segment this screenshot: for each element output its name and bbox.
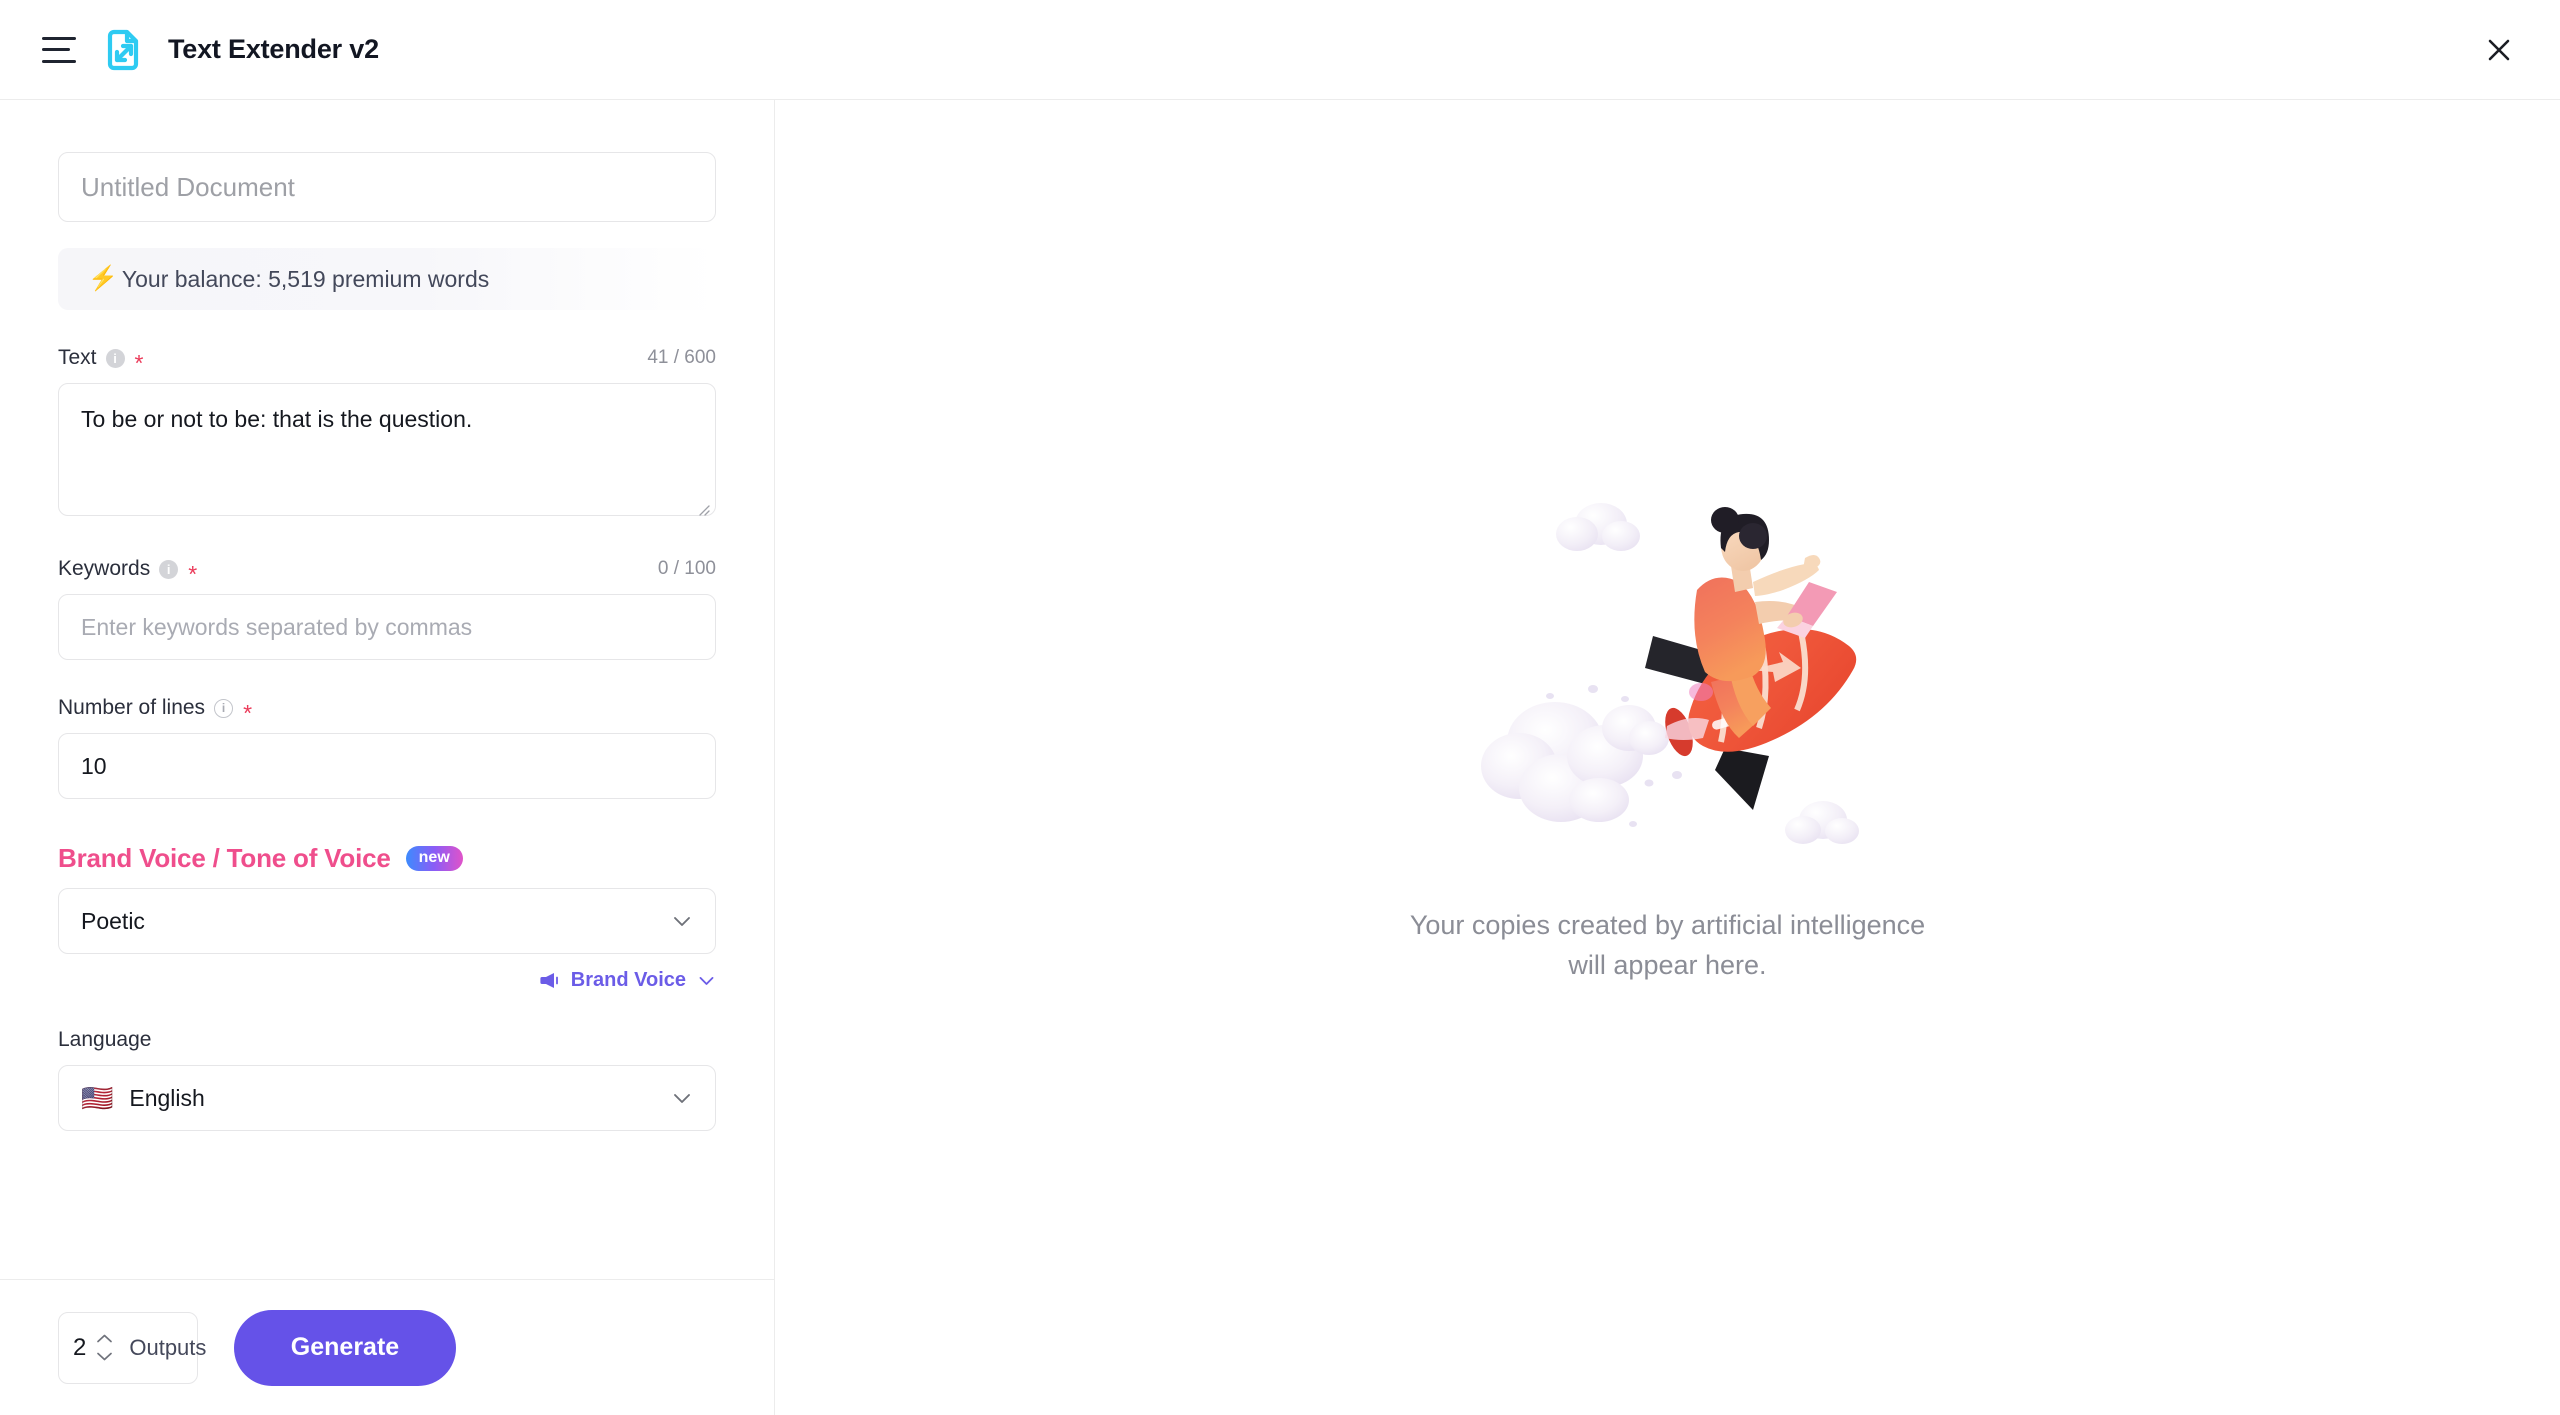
balance-banner: ⚡ Your balance: 5,519 premium words	[58, 248, 716, 310]
brand-voice-heading: Brand Voice / Tone of Voice	[58, 843, 391, 873]
text-extender-logo-icon	[100, 27, 146, 73]
info-circle-icon[interactable]: i	[105, 348, 125, 368]
lines-field-label: Number of lines	[58, 696, 206, 719]
form-footer: 2 Outputs Generate	[0, 1279, 774, 1415]
outputs-label: Outputs	[129, 1334, 207, 1360]
chevron-down-icon[interactable]	[96, 1351, 113, 1362]
person-hair-bun-top	[1710, 507, 1739, 534]
language-value: English	[129, 1084, 205, 1111]
exhaust-smoke	[1480, 702, 1669, 823]
required-asterisk: *	[134, 349, 144, 376]
main-content: ⚡ Your balance: 5,519 premium words Text…	[0, 100, 2560, 1415]
text-area-wrapper	[58, 383, 716, 521]
lightning-bolt-icon: ⚡	[88, 265, 118, 292]
output-panel: Your copies created by artificial intell…	[775, 100, 2560, 1415]
info-circle-outline-icon[interactable]: i	[214, 698, 234, 718]
app-header: Text Extender v2	[0, 0, 2560, 100]
info-circle-icon[interactable]: i	[159, 559, 179, 579]
chevron-down-icon	[699, 977, 714, 985]
keywords-field-label-row: Keywords i * 0 / 100	[58, 557, 716, 585]
number-of-lines-input[interactable]	[58, 733, 716, 799]
brand-voice-heading-row: Brand Voice / Tone of Voice new	[58, 843, 716, 874]
tone-of-voice-select[interactable]: Poetic	[58, 888, 716, 954]
balance-text: Your balance: 5,519 premium words	[121, 265, 490, 292]
keywords-input[interactable]	[58, 594, 716, 660]
language-select[interactable]: 🇺🇸 English	[58, 1065, 716, 1131]
empty-state-line-1: Your copies created by artificial intell…	[1409, 910, 1926, 941]
brand-voice-link-label: Brand Voice	[570, 969, 686, 991]
megaphone-icon	[540, 973, 558, 988]
tone-of-voice-value: Poetic	[81, 907, 145, 934]
required-asterisk: *	[243, 699, 253, 726]
text-field-label-row: Text i * 41 / 600	[58, 346, 716, 374]
rocket-fin-bottom	[1714, 748, 1769, 811]
text-input[interactable]	[58, 383, 716, 516]
form-panel: ⚡ Your balance: 5,519 premium words Text…	[0, 100, 775, 1415]
form-scroll-area: ⚡ Your balance: 5,519 premium words Text…	[0, 100, 774, 1279]
brand-voice-link[interactable]: Brand Voice	[58, 969, 716, 992]
rocket-astronaut-illustration	[1480, 503, 1859, 845]
rocket-glow	[1688, 683, 1713, 702]
required-asterisk: *	[188, 560, 198, 587]
language-label: Language	[58, 1028, 152, 1051]
stepper-arrows[interactable]	[96, 1333, 113, 1362]
keywords-field-label: Keywords	[58, 557, 151, 580]
outputs-value: 2	[73, 1333, 87, 1361]
empty-state-line-2: will appear here.	[1568, 949, 1767, 980]
us-flag-icon: 🇺🇸	[81, 1083, 114, 1113]
close-icon[interactable]	[2478, 29, 2520, 71]
text-char-counter: 41 / 600	[647, 347, 716, 368]
cloud-small-top	[1555, 503, 1640, 552]
text-field-label: Text	[58, 346, 97, 369]
outputs-stepper[interactable]: 2 Outputs	[58, 1311, 206, 1384]
keywords-field-block: Keywords i * 0 / 100	[58, 557, 716, 660]
language-field-block: Language 🇺🇸 English	[58, 1028, 716, 1131]
generate-button[interactable]: Generate	[234, 1309, 456, 1386]
keywords-char-counter: 0 / 100	[657, 558, 716, 579]
text-field-block: Text i * 41 / 600	[58, 346, 716, 521]
lines-field-label-row: Number of lines i *	[58, 696, 716, 724]
hamburger-menu-icon[interactable]	[42, 36, 76, 63]
person-hair-bun-back	[1738, 523, 1767, 550]
empty-state-message: Your copies created by artificial intell…	[1410, 906, 1925, 984]
lines-field-block: Number of lines i *	[58, 696, 716, 799]
cloud-small-bottom	[1784, 801, 1859, 845]
new-badge: new	[405, 846, 463, 871]
chevron-down-icon	[674, 917, 690, 926]
chevron-down-icon	[674, 1094, 690, 1103]
document-title-input[interactable]	[58, 152, 716, 222]
chevron-up-icon[interactable]	[96, 1333, 113, 1344]
page-title: Text Extender v2	[168, 34, 379, 64]
